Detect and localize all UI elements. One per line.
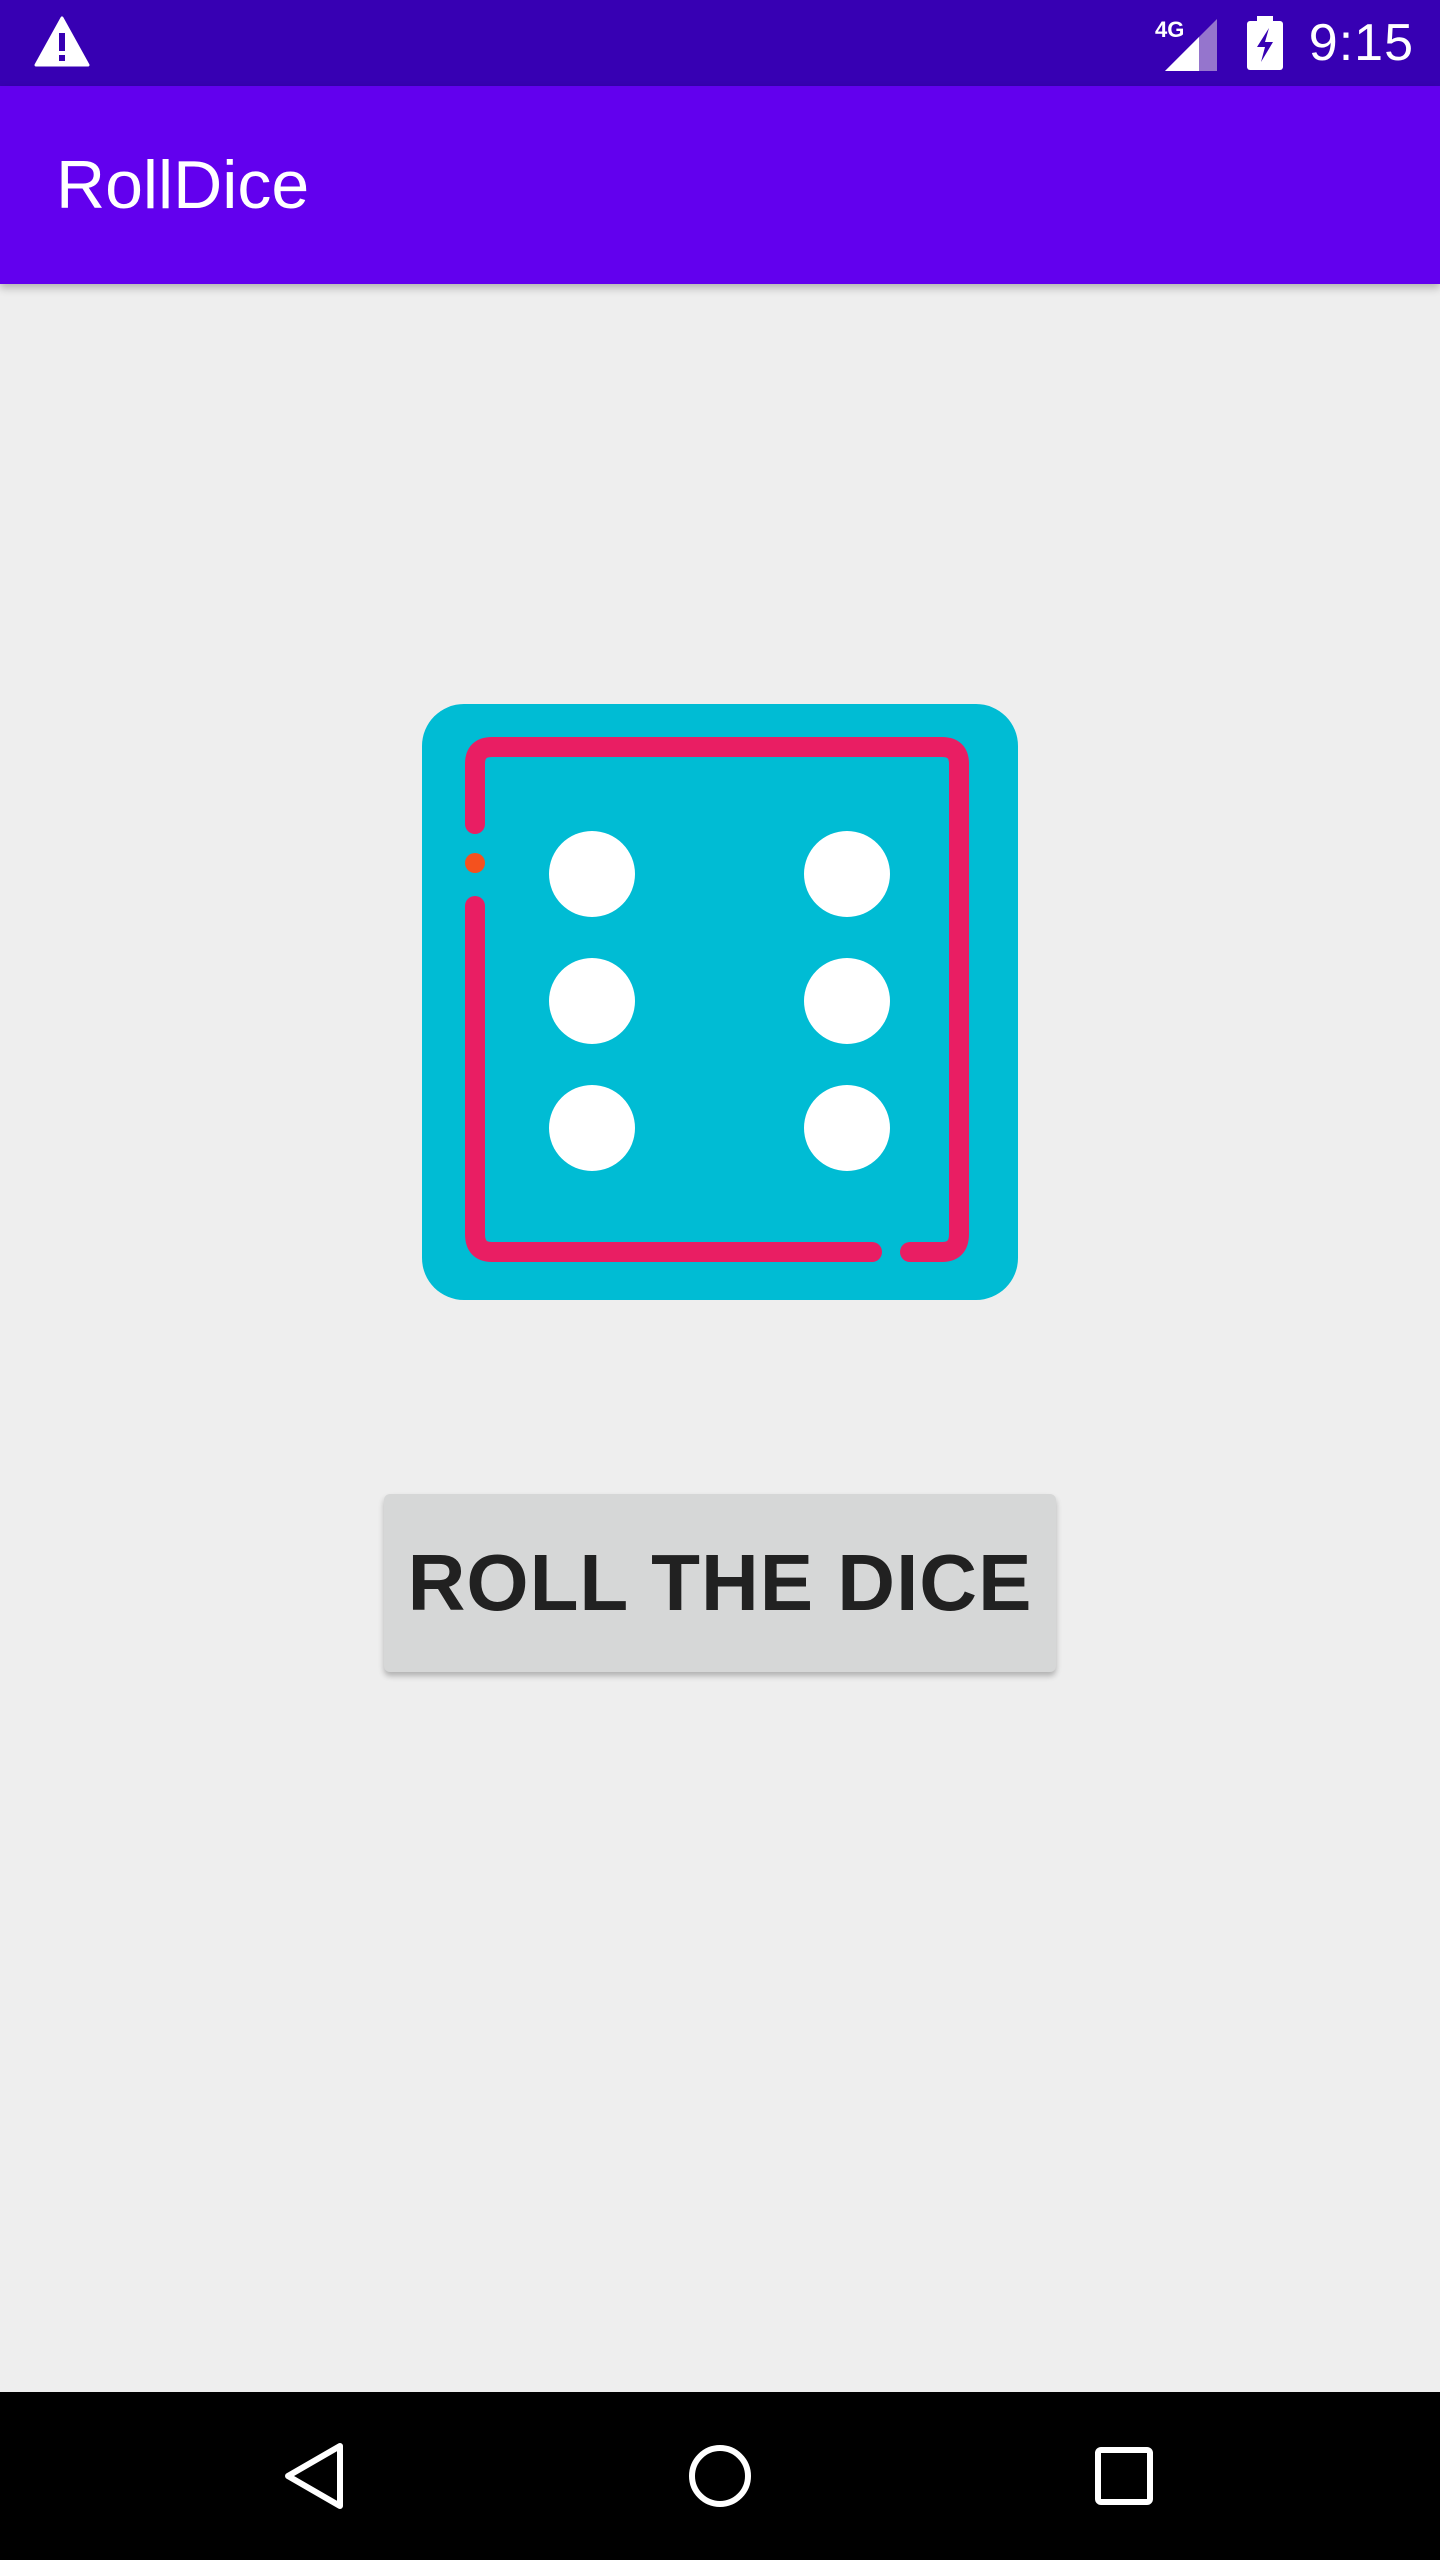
dice-pip <box>804 831 890 917</box>
app-title: RollDice <box>56 147 310 223</box>
dice-accent-dot <box>465 853 485 873</box>
dice-pip <box>804 958 890 1044</box>
status-bar: 4G 9:15 <box>0 0 1440 86</box>
warning-icon <box>34 16 90 68</box>
dice-six-icon <box>422 704 1018 1300</box>
signal-4g-icon: 4G <box>1153 15 1223 71</box>
back-icon[interactable] <box>276 2436 356 2516</box>
roll-dice-button[interactable]: ROLL THE DICE <box>384 1494 1056 1672</box>
network-type-label: 4G <box>1155 17 1184 42</box>
dice-pip <box>549 958 635 1044</box>
dice-pip <box>804 1085 890 1171</box>
dice-pip <box>549 831 635 917</box>
dice-pip <box>549 1085 635 1171</box>
home-icon[interactable] <box>680 2436 760 2516</box>
dice-image <box>422 704 1018 1300</box>
status-clock: 9:15 <box>1308 14 1414 72</box>
app-bar: RollDice <box>0 86 1440 284</box>
dice-face <box>422 704 1018 1300</box>
battery-charging-icon <box>1245 16 1285 70</box>
roll-dice-button-label: ROLL THE DICE <box>407 1538 1033 1627</box>
recents-icon[interactable] <box>1084 2436 1164 2516</box>
navigation-bar <box>0 2392 1440 2560</box>
